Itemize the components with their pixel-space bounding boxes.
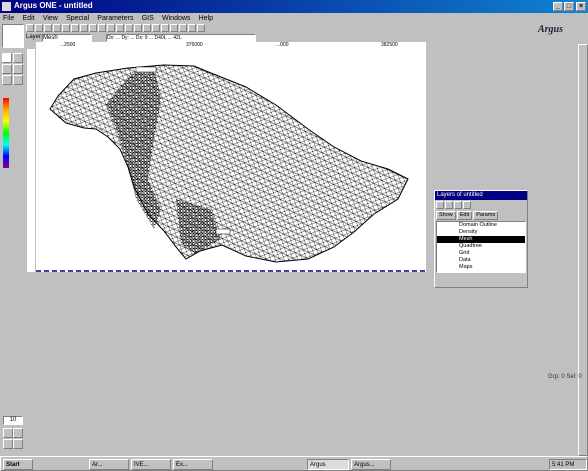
layer-up-icon[interactable] xyxy=(454,201,462,209)
layer-item[interactable]: Data xyxy=(437,257,525,264)
grid-icon[interactable] xyxy=(107,24,115,32)
menu-edit[interactable]: Edit xyxy=(20,13,38,24)
ruler-tick: ...000 xyxy=(276,42,289,48)
chart-icon[interactable] xyxy=(170,24,178,32)
layer-item-selected[interactable]: Mesh xyxy=(437,236,525,243)
overview-thumbnail[interactable] xyxy=(2,24,24,48)
toolbar xyxy=(26,24,288,34)
clock: 5:41 PM xyxy=(549,459,587,470)
mesh-drawing xyxy=(36,64,426,272)
layer-down-icon[interactable] xyxy=(463,201,471,209)
print-icon[interactable] xyxy=(53,24,61,32)
zoom-in-icon[interactable] xyxy=(3,428,13,438)
task-button[interactable]: Ar... xyxy=(89,459,129,470)
layer-item[interactable]: Density xyxy=(437,229,525,236)
tab-params[interactable]: Params xyxy=(473,211,499,220)
save-icon[interactable] xyxy=(44,24,52,32)
layer-add-icon[interactable] xyxy=(436,201,444,209)
coordinate-readout: Dx: ... Dy: ... Dx: 9 ... D40L ... 42L xyxy=(106,34,256,42)
taskbar: Start Ar... IVE... Ex... Argus Argus... … xyxy=(0,456,588,471)
layers-toolbar xyxy=(435,200,527,211)
window-title: Argus ONE - untitled xyxy=(14,1,93,10)
cut-icon[interactable] xyxy=(62,24,70,32)
copy-icon[interactable] xyxy=(71,24,79,32)
menu-file[interactable]: File xyxy=(0,13,17,24)
menu-parameters[interactable]: Parameters xyxy=(94,13,136,24)
menu-help[interactable]: Help xyxy=(196,13,216,24)
layer-label: Layer: xyxy=(26,34,43,40)
settings-icon[interactable] xyxy=(161,24,169,32)
layer-delete-icon[interactable] xyxy=(445,201,453,209)
mesh-icon[interactable] xyxy=(116,24,124,32)
table-icon[interactable] xyxy=(179,24,187,32)
node-tool-icon[interactable] xyxy=(13,64,23,74)
vertical-ruler xyxy=(27,49,35,272)
status-text: Grp: 0 Sel: 0 xyxy=(548,374,582,380)
ruler-tick: 375000 xyxy=(186,42,203,48)
paste-icon[interactable] xyxy=(80,24,88,32)
layer-select[interactable]: Mesh xyxy=(42,34,92,42)
open-icon[interactable] xyxy=(35,24,43,32)
import-icon[interactable] xyxy=(143,24,151,32)
color-scale-bar xyxy=(3,98,9,168)
horizontal-ruler: ...2500 375000 ...000 382500 xyxy=(36,42,426,49)
task-button[interactable]: IVE... xyxy=(131,459,171,470)
ruler-tick: 382500 xyxy=(381,42,398,48)
layers-list: Domain Outline Density Mesh Quadtree Gri… xyxy=(436,221,526,273)
menu-bar: File Edit View Special Parameters GIS Wi… xyxy=(0,13,588,24)
minimize-button[interactable]: _ xyxy=(553,2,563,11)
ruler-tick: ...2500 xyxy=(60,42,76,48)
fit-view-icon[interactable] xyxy=(3,439,13,449)
info-icon[interactable] xyxy=(152,24,160,32)
pen-tool-icon[interactable] xyxy=(2,64,12,74)
start-button[interactable]: Start xyxy=(3,459,33,470)
magnify-tool-icon[interactable] xyxy=(2,75,12,85)
app-icon xyxy=(2,2,11,11)
drawing-canvas[interactable] xyxy=(36,49,426,272)
task-button[interactable]: Ex... xyxy=(173,459,213,470)
menu-windows[interactable]: Windows xyxy=(159,13,193,24)
menu-gis[interactable]: GIS xyxy=(139,13,157,24)
zoom-out-icon[interactable] xyxy=(13,428,23,438)
task-button[interactable]: Argus... xyxy=(351,459,391,470)
layer-item[interactable]: Domain Outline xyxy=(437,222,525,229)
refresh-icon[interactable] xyxy=(188,24,196,32)
tab-edit[interactable]: Edit xyxy=(456,211,473,220)
contour-icon[interactable] xyxy=(125,24,133,32)
maximize-button[interactable]: □ xyxy=(564,2,574,11)
select-tool-icon[interactable] xyxy=(13,53,23,63)
help-icon[interactable] xyxy=(197,24,205,32)
layers-panel-title: Layers of untitled xyxy=(435,191,527,200)
argus-logo: Argus xyxy=(538,24,564,35)
title-bar: Argus ONE - untitled _ □ × xyxy=(0,0,588,13)
layer-icon[interactable] xyxy=(98,24,106,32)
tab-show[interactable]: Show xyxy=(436,211,456,220)
task-button-active[interactable]: Argus xyxy=(307,459,349,470)
layers-panel: Layers of untitled Show Edit Params Doma… xyxy=(434,190,528,288)
new-icon[interactable] xyxy=(26,24,34,32)
close-button[interactable]: × xyxy=(576,2,586,11)
layer-item[interactable]: Grid xyxy=(437,250,525,257)
vertical-scrollbar[interactable] xyxy=(578,44,588,456)
layers-tabs: Show Edit Params xyxy=(435,211,527,220)
hand-tool-icon[interactable] xyxy=(13,75,23,85)
layer-item[interactable]: Quadtree xyxy=(437,243,525,250)
pan-view-icon[interactable] xyxy=(13,439,23,449)
undo-icon[interactable] xyxy=(89,24,97,32)
zoom-value-field[interactable]: 10 xyxy=(3,416,23,425)
arrow-tool-icon[interactable] xyxy=(2,53,12,63)
menu-view[interactable]: View xyxy=(40,13,61,24)
menu-special[interactable]: Special xyxy=(63,13,92,24)
tool-panel xyxy=(0,24,26,454)
export-icon[interactable] xyxy=(134,24,142,32)
layer-item[interactable]: Maps xyxy=(437,264,525,271)
